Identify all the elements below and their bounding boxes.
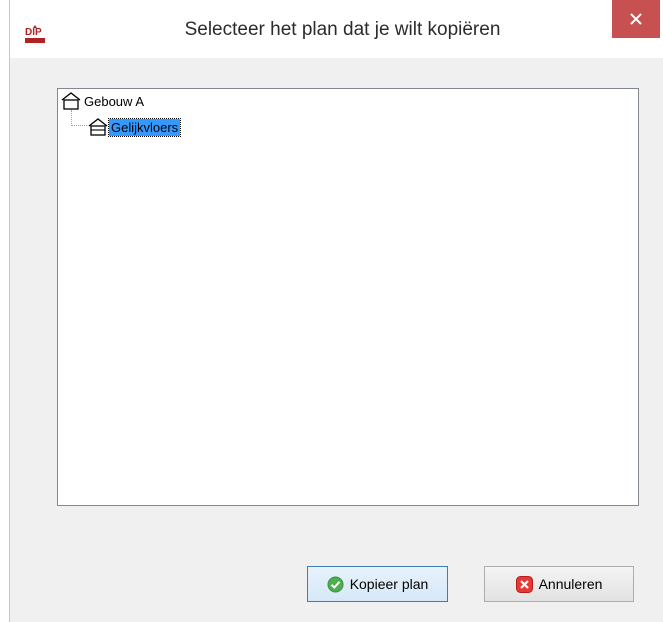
dialog-title: Selecteer het plan dat je wilt kopiëren (184, 19, 501, 40)
cancel-button[interactable]: Annuleren (484, 566, 634, 602)
tree-node-label: Gebouw A (84, 93, 144, 109)
copy-plan-label: Kopieer plan (349, 576, 429, 592)
tree-node-label: Gelijkvloers (107, 117, 182, 137)
cancel-label: Annuleren (538, 576, 603, 592)
tree-connector (71, 110, 72, 126)
floor-plan-icon (88, 118, 108, 136)
building-icon (61, 92, 81, 110)
tree-node-floor[interactable]: Gelijkvloers (87, 117, 182, 137)
tree-node-building[interactable]: Gebouw A (60, 91, 146, 111)
close-button[interactable] (612, 0, 660, 38)
svg-text:DIP: DIP (25, 27, 42, 38)
background-window-edge (0, 0, 10, 622)
plan-tree-view[interactable]: Gebouw A Gelijkvloers (57, 88, 639, 506)
dip-app-icon: DIP (24, 24, 46, 44)
check-circle-icon (327, 576, 344, 592)
copy-plan-dialog: DIP Selecteer het plan dat je wilt kopië… (10, 0, 663, 622)
title-bar[interactable]: DIP Selecteer het plan dat je wilt kopië… (10, 0, 663, 58)
tree-connector (72, 125, 87, 126)
copy-plan-button[interactable]: Kopieer plan (307, 566, 448, 602)
cancel-x-icon (515, 575, 533, 593)
close-icon (630, 13, 642, 25)
